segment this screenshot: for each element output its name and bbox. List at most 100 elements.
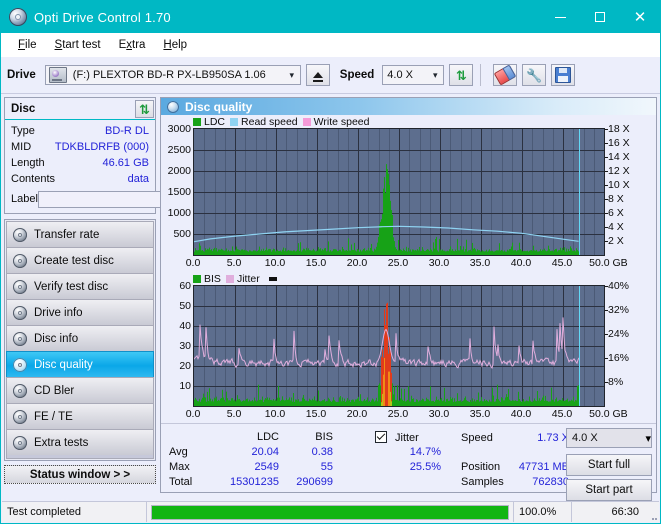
chart-bis-x-axis: 0.0 5.0 10.0 15.0 20.0 25.0 30.0 35.0 40.0 45.0 50…	[186, 407, 628, 423]
y-axis-tick-right: 16%	[604, 352, 630, 364]
legend-item-bis: BIS	[193, 273, 221, 285]
y-axis-tick-right: 14 X	[605, 151, 630, 163]
legend-label: Write speed	[313, 115, 370, 128]
menu-extra[interactable]: Extra	[110, 37, 155, 53]
sidebar-item-label: Disc info	[34, 332, 79, 345]
disc-row-value: 46.61 GB	[102, 157, 149, 169]
window-title: Opti Drive Control 1.70	[34, 9, 171, 25]
samples-readout-value: 762830	[532, 476, 569, 488]
test-speed-value: 4.0 X	[572, 432, 598, 444]
x-axis-tick: 10.0	[264, 408, 286, 420]
chart-series-layer	[194, 164, 579, 255]
eraser-icon	[494, 64, 517, 86]
status-bar: Test completed 100.0% 66:30	[2, 501, 659, 522]
maximize-button[interactable]	[580, 1, 620, 33]
save-icon	[555, 67, 572, 83]
sidebar-item-transfer-rate[interactable]: Transfer rate	[6, 221, 154, 247]
disc-row-mid: MID TDKBLDRFB (000)	[11, 139, 149, 155]
disc-icon	[13, 253, 27, 268]
legend-label: BIS	[204, 272, 221, 285]
progress-bar	[151, 504, 509, 520]
stats-readout: Speed 1.73 X Position 47731 MB Samples 7…	[461, 428, 571, 492]
close-icon: ✕	[633, 7, 647, 26]
disc-icon	[13, 357, 27, 372]
sidebar-item-label: Verify test disc	[34, 280, 109, 293]
start-full-button[interactable]: Start full	[566, 454, 652, 476]
x-axis-tick: 5.0	[226, 408, 242, 420]
drive-select[interactable]: (F:) PLEXTOR BD-R PX-LB950SA 1.06 ▾	[44, 65, 301, 85]
stats-row-header-avg: Avg	[169, 446, 188, 458]
chart-ldc-plot[interactable]	[193, 128, 605, 256]
chart-ldc-y-axis-left: 3000 2500 2000 1500 1000 500	[161, 123, 193, 256]
disc-refresh-button[interactable]: ⇅	[135, 100, 154, 118]
x-axis-tick: 35.0	[469, 257, 491, 269]
chart-ldc: LDC Read speed Write speed 3000 2500 2000 1…	[161, 115, 656, 272]
legend-item-write-speed: Write speed	[302, 115, 370, 128]
page-title: Disc quality	[185, 99, 253, 114]
nav-list: Transfer rate Create test disc Verify te…	[4, 219, 156, 461]
chart-ldc-y-axis-right: 18 X 16 X 14 X 12 X 10 X 8 X 6 X 4 X 2 X	[605, 123, 641, 256]
speed-select[interactable]: 4.0 X ▾	[382, 65, 445, 85]
sidebar-item-verify-test-disc[interactable]: Verify test disc	[6, 273, 154, 299]
sidebar-item-cd-bler[interactable]: CD Bler	[6, 377, 154, 403]
stats-area: Avg Max Total LDC BIS 20.04 2549 1530123…	[161, 423, 656, 501]
x-axis-tick: 20.0	[346, 257, 368, 269]
close-button[interactable]: ✕	[620, 1, 660, 33]
settings-button[interactable]: 🔧	[522, 64, 547, 86]
speed-readout-label: Speed	[461, 432, 493, 444]
stats-col-header-ldc: LDC	[256, 431, 279, 443]
speed-label: Speed	[339, 69, 375, 81]
position-readout-value: 47731 MB	[518, 461, 569, 473]
y-axis-tick-right: 8 X	[605, 193, 624, 205]
chart-bis-xaxisrow: 0.0 5.0 10.0 15.0 20.0 25.0 30.0 35.0 40.0 45.0 50…	[161, 407, 656, 423]
speed-select-value: 4.0 X	[387, 69, 413, 81]
status-message: Test completed	[2, 502, 147, 522]
sidebar-item-disc-quality[interactable]: Disc quality	[6, 351, 154, 377]
stats-row-header-max: Max	[169, 461, 190, 473]
toolbar-divider	[480, 64, 482, 86]
y-axis-tick-right: 12 X	[605, 165, 630, 177]
x-axis-tick: 40.0	[510, 257, 532, 269]
stats-row-header-total: Total	[169, 476, 193, 488]
stats-ldc-total: 15301235	[230, 476, 279, 488]
chart-ldc-x-axis: 0.0 5.0 10.0 15.0 20.0 25.0 30.0 35.0 40.0 45.0 50…	[186, 256, 628, 272]
sidebar-item-extra-tests[interactable]: Extra tests	[6, 429, 154, 455]
test-speed-select[interactable]: 4.0 X ▾	[566, 428, 652, 448]
start-part-button[interactable]: Start part	[566, 479, 652, 501]
y-axis-tick-right: 24%	[604, 328, 630, 340]
chart-bis-plot[interactable]	[193, 285, 605, 407]
chart-ldc-legend: LDC Read speed Write speed	[161, 115, 656, 128]
save-button[interactable]	[551, 64, 576, 86]
menu-start-test[interactable]: Start test	[46, 37, 110, 53]
disc-icon	[167, 100, 179, 113]
x-axis-tick: 10.0	[264, 257, 286, 269]
x-axis-tick: 45.0	[551, 257, 573, 269]
disc-label-key: Label	[11, 193, 38, 205]
erase-button[interactable]	[493, 64, 518, 86]
refresh-button[interactable]: ⇅	[449, 64, 474, 86]
eject-button[interactable]	[305, 64, 330, 86]
refresh-icon: ⇅	[455, 67, 467, 83]
y-axis-tick-left: 60	[179, 280, 191, 292]
sidebar-item-disc-info[interactable]: Disc info	[6, 325, 154, 351]
sidebar-item-fe-te[interactable]: FE / TE	[6, 403, 154, 429]
jitter-checkbox[interactable]	[375, 431, 387, 443]
menu-help[interactable]: Help	[154, 37, 196, 53]
sidebar-item-create-test-disc[interactable]: Create test disc	[6, 247, 154, 273]
samples-readout-label: Samples	[461, 476, 504, 488]
y-axis-tick-right: 2 X	[605, 235, 624, 247]
resize-grip[interactable]	[645, 502, 659, 522]
disc-row-value: data	[127, 173, 149, 185]
disc-row-key: Length	[11, 157, 45, 169]
menu-file[interactable]: FFileile	[9, 37, 46, 53]
drive-select-value: (F:) PLEXTOR BD-R PX-LB950SA 1.06	[72, 69, 266, 81]
legend-item-jitter: Jitter	[225, 272, 260, 285]
start-part-label: Start part	[585, 484, 633, 496]
stats-ldc-avg: 20.04	[251, 446, 279, 458]
status-window-button[interactable]: Status window > >	[4, 465, 156, 484]
y-axis-tick-left: 2000	[167, 165, 191, 177]
y-axis-tick-right: 16 X	[605, 137, 630, 149]
sidebar-item-drive-info[interactable]: Drive info	[6, 299, 154, 325]
minimize-button[interactable]	[540, 1, 580, 33]
legend-label: Jitter	[236, 272, 260, 285]
